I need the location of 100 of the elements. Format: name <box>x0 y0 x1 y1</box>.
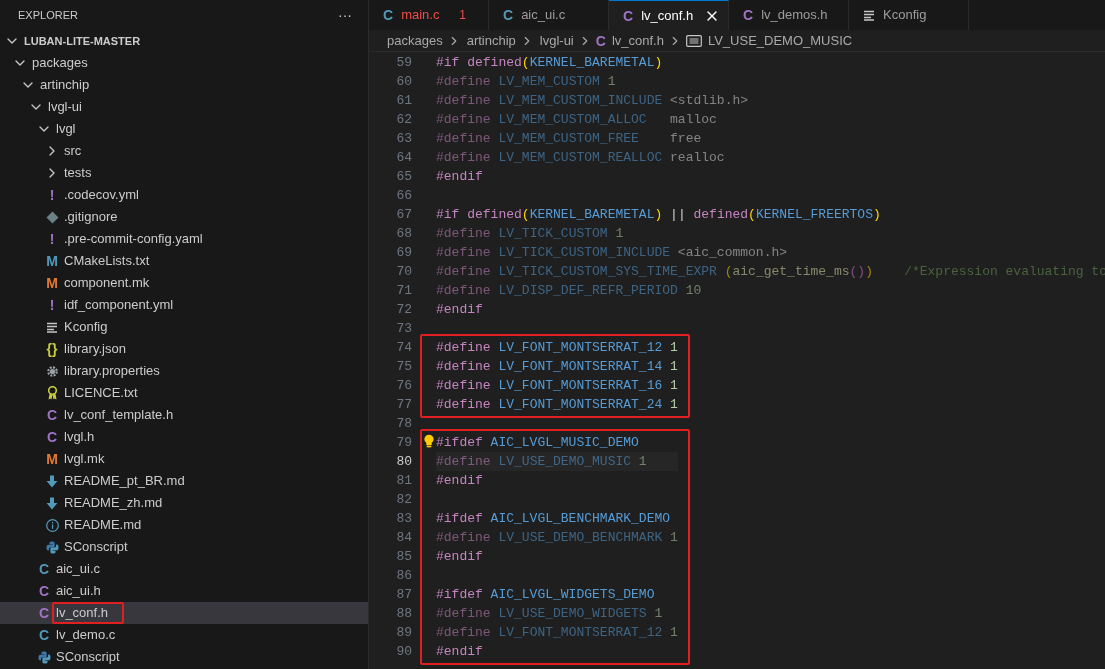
code-line: #if defined(KERNEL_BAREMETAL) || defined(KERNEL_FREERTOS) <box>436 205 881 224</box>
line-number: 77 <box>396 395 412 414</box>
file-row[interactable]: library.properties <box>0 360 368 382</box>
file-row[interactable]: README_zh.md <box>0 492 368 514</box>
editor-tab[interactable]: Kconfig <box>849 0 969 30</box>
gear-icon <box>45 364 59 378</box>
line-number: 81 <box>396 471 412 490</box>
file-row[interactable]: C lv_demo.c <box>0 624 368 646</box>
file-row[interactable]: {} library.json <box>0 338 368 360</box>
file-type-icon: M <box>46 276 58 290</box>
breadcrumb-item[interactable]: lv_conf.h <box>611 30 664 51</box>
folder-row[interactable]: src <box>0 140 368 162</box>
file-row[interactable]: C aic_ui.h <box>0 580 368 602</box>
line-number: 61 <box>396 91 412 110</box>
more-actions-button[interactable]: ··· <box>338 8 352 22</box>
code-line: #endif <box>436 300 483 319</box>
file-row[interactable]: ! .pre-commit-config.yaml <box>0 228 368 250</box>
file-name: lv_conf_template.h <box>64 407 174 423</box>
breadcrumb-item[interactable]: LV_USE_DEMO_MUSIC <box>707 30 853 51</box>
file-row[interactable]: C aic_ui.c <box>0 558 368 580</box>
folder-row[interactable]: tests <box>0 162 368 184</box>
file-row[interactable]: M CMakeLists.txt <box>0 250 368 272</box>
code-line: #define LV_MEM_CUSTOM_REALLOC realloc <box>436 148 725 167</box>
file-row[interactable]: M component.mk <box>0 272 368 294</box>
line-number: 72 <box>396 300 412 319</box>
line-number: 82 <box>396 490 412 509</box>
editor-tab[interactable]: C lv_demos.h <box>729 0 849 30</box>
breadcrumb-item[interactable]: artinchip <box>466 30 516 51</box>
line-number: 90 <box>396 642 412 661</box>
file-row[interactable]: README.md <box>0 514 368 536</box>
line-number: 64 <box>396 148 412 167</box>
line-number: 86 <box>396 566 412 585</box>
lines-icon <box>863 9 875 21</box>
file-name: README_zh.md <box>64 495 163 511</box>
tab-label: Kconfig <box>883 6 927 25</box>
file-type-icon: C <box>383 8 394 22</box>
line-number: 79 <box>396 433 412 452</box>
folder-row[interactable]: LUBAN-LITE-MASTER <box>0 30 368 52</box>
file-name: component.mk <box>64 275 150 291</box>
file-row[interactable]: Kconfig <box>0 316 368 338</box>
file-name: library.json <box>64 341 126 357</box>
folder-name: packages <box>32 55 88 71</box>
file-name: .gitignore <box>64 209 118 225</box>
file-type-icon: C <box>46 408 58 422</box>
file-row[interactable]: SConscript <box>0 536 368 558</box>
line-number: 74 <box>396 338 412 357</box>
file-row[interactable]: LICENCE.txt <box>0 382 368 404</box>
editor-tab[interactable]: C lv_conf.h <box>609 0 729 30</box>
line-number: 89 <box>396 623 412 642</box>
folder-row[interactable]: artinchip <box>0 74 368 96</box>
folder-row[interactable]: lvgl-ui <box>0 96 368 118</box>
line-number: 69 <box>396 243 412 262</box>
file-type-icon: C <box>38 584 50 598</box>
file-row[interactable]: README_pt_BR.md <box>0 470 368 492</box>
file-name: Kconfig <box>64 319 108 335</box>
down-arrow-icon <box>46 496 58 510</box>
code-line: #define LV_MEM_CUSTOM_ALLOC malloc <box>436 110 717 129</box>
line-number: 66 <box>396 186 412 205</box>
line-number: 87 <box>396 585 412 604</box>
line-number: 67 <box>396 205 412 224</box>
editor-tab[interactable]: C main.c 1 <box>369 0 489 30</box>
code-line: #define LV_FONT_MONTSERRAT_12 1 <box>436 338 678 357</box>
file-row[interactable]: C lv_conf_template.h <box>0 404 368 426</box>
down-arrow-icon <box>46 474 58 488</box>
file-row[interactable]: M lvgl.mk <box>0 448 368 470</box>
file-type-icon: C <box>38 562 50 576</box>
file-name: README.md <box>64 517 142 533</box>
file-type-icon: {} <box>46 342 58 356</box>
file-row[interactable]: ! .codecov.yml <box>0 184 368 206</box>
file-type-icon: C <box>743 8 754 22</box>
file-row[interactable]: .gitignore <box>0 206 368 228</box>
breadcrumb-item[interactable]: packages <box>387 30 443 51</box>
code-line: #define LV_USE_DEMO_WIDGETS 1 <box>436 604 663 623</box>
line-number: 88 <box>396 604 412 623</box>
folder-name: artinchip <box>40 77 90 93</box>
folder-row[interactable]: packages <box>0 52 368 74</box>
file-name: idf_component.yml <box>64 297 174 313</box>
symbol-icon <box>685 34 702 47</box>
file-name: lvgl.h <box>64 429 95 445</box>
file-type-icon: C <box>595 33 606 48</box>
breadcrumb-item[interactable]: lvgl-ui <box>539 30 574 51</box>
file-row[interactable]: ! idf_component.yml <box>0 294 368 316</box>
line-number: 75 <box>396 357 412 376</box>
line-number: 59 <box>396 53 412 72</box>
code-line: #ifdef AIC_LVGL_BENCHMARK_DEMO <box>436 509 671 528</box>
folder-name: lvgl <box>56 121 76 137</box>
file-row[interactable]: SConscript <box>0 646 368 668</box>
tab-label: lv_conf.h <box>641 6 694 25</box>
file-row[interactable]: C lvgl.h <box>0 426 368 448</box>
file-name: library.properties <box>64 363 160 379</box>
file-name: CMakeLists.txt <box>64 253 150 269</box>
lightbulb-icon[interactable] <box>424 434 434 448</box>
line-number: 60 <box>396 72 412 91</box>
code-line: #define LV_FONT_MONTSERRAT_24 1 <box>436 395 678 414</box>
code-line: #endif <box>436 642 483 661</box>
folder-row[interactable]: lvgl <box>0 118 368 140</box>
file-row[interactable]: C lv_conf.h <box>0 602 368 624</box>
file-name: lv_conf.h <box>52 602 125 624</box>
line-number: 65 <box>396 167 412 186</box>
folder-name: lvgl-ui <box>48 99 82 115</box>
